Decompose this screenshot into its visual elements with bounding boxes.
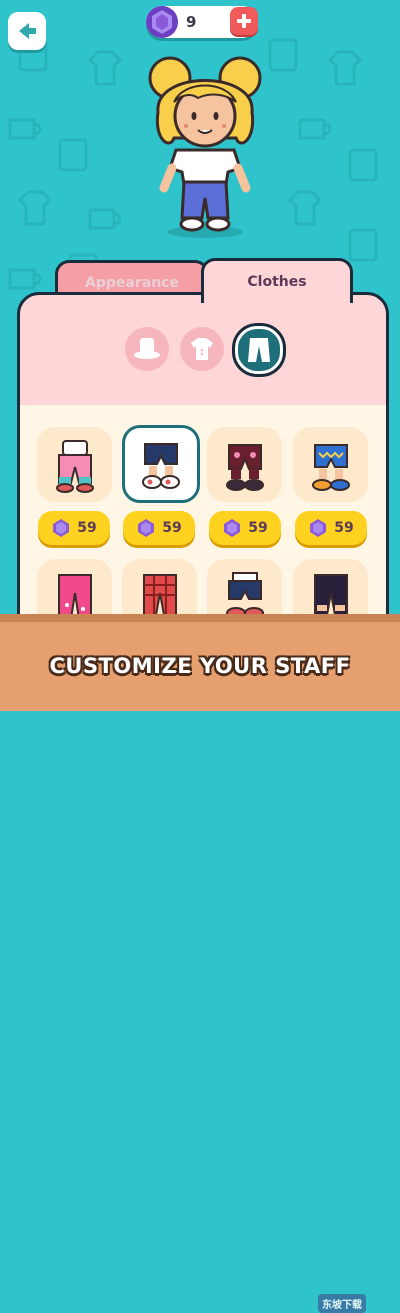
- footer-caption: CUSTOMIZE YOUR STAFF: [49, 654, 351, 678]
- gem-icon: [53, 519, 70, 537]
- item-maroon-shorts[interactable]: [207, 427, 282, 502]
- price-button[interactable]: 59: [123, 511, 195, 545]
- price-value: 59: [162, 520, 182, 536]
- watermark: 东坡下载: [318, 1294, 366, 1313]
- gem-icon: [146, 6, 178, 38]
- pink-overalls-icon: [55, 439, 94, 493]
- tab-clothes[interactable]: Clothes: [201, 258, 353, 303]
- category-pants-button[interactable]: [235, 326, 283, 374]
- add-gems-button[interactable]: [230, 7, 258, 35]
- blue-patterned-shorts-icon: [311, 443, 350, 491]
- price-button[interactable]: 59: [209, 511, 281, 545]
- tab-appearance-label: Appearance: [85, 275, 179, 291]
- clothes-panel: 59 59 59 59: [17, 292, 389, 638]
- back-button[interactable]: [8, 12, 46, 50]
- price-value: 59: [248, 520, 268, 536]
- gem-icon: [310, 519, 327, 537]
- item-blue-patterned-shorts[interactable]: [293, 427, 368, 502]
- footer-banner: CUSTOMIZE YOUR STAFF 东坡下载: [0, 614, 400, 1313]
- tab-clothes-label: Clothes: [247, 274, 307, 290]
- gem-icon: [224, 519, 241, 537]
- price-value: 59: [77, 520, 97, 536]
- item-navy-shorts[interactable]: [122, 425, 200, 503]
- character-preview: [148, 56, 262, 238]
- item-grid: 59 59 59 59: [20, 405, 386, 635]
- category-shirt-button[interactable]: [180, 327, 224, 371]
- maroon-shorts-icon: [225, 443, 264, 491]
- hat-icon: [134, 338, 160, 359]
- item-pink-overalls[interactable]: [37, 427, 112, 502]
- price-button[interactable]: 59: [38, 511, 110, 545]
- footer-strip: [0, 614, 400, 622]
- gem-count: 9: [186, 13, 197, 31]
- pants-icon: [248, 338, 270, 362]
- category-hat-button[interactable]: [125, 327, 169, 371]
- plus-icon: [237, 14, 251, 28]
- gem-icon: [138, 519, 155, 537]
- price-value: 59: [334, 520, 354, 536]
- price-button[interactable]: 59: [295, 511, 367, 545]
- navy-shorts-icon: [142, 443, 180, 489]
- shirt-icon: [191, 338, 213, 360]
- back-arrow-icon: [19, 23, 36, 39]
